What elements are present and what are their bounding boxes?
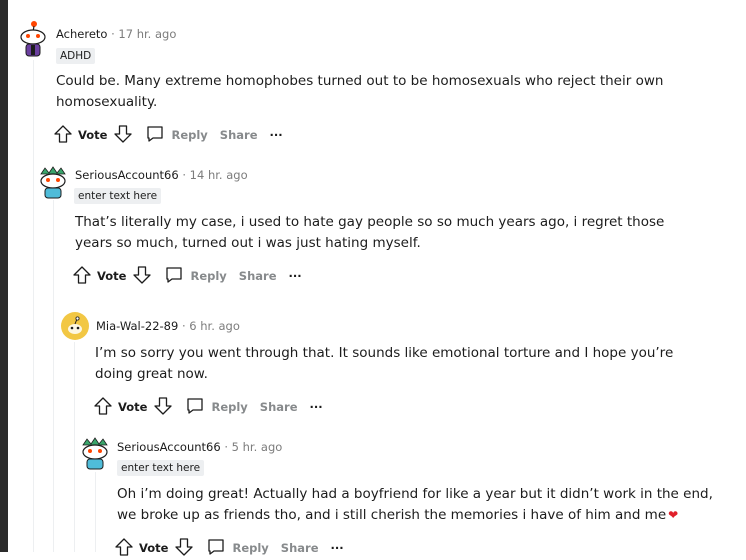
comment-author[interactable]: SeriousAccount66 [117,440,221,454]
comment-actions: Vote Reply Share ··· [93,396,323,418]
downvote-icon[interactable] [132,265,152,288]
comment-bubble-icon [145,124,165,147]
comment-timestamp[interactable]: 17 hr. ago [118,27,176,41]
more-icon: ··· [330,541,344,555]
vote-label: Vote [97,269,127,283]
reply-label: Reply [211,400,248,414]
comment-body: I’m so sorry you went through that. It s… [95,345,674,382]
more-icon: ··· [309,400,323,414]
share-label: Share [219,128,258,142]
more-options-button[interactable]: ··· [310,400,323,414]
comment-body: Oh i’m doing great! Actually had a boyfr… [117,484,717,526]
more-icon: ··· [288,269,302,283]
user-flair: enter text here [117,460,205,476]
more-options-button[interactable]: ··· [289,269,302,283]
reply-button[interactable]: Reply [185,396,248,419]
vote-label: Vote [118,400,148,414]
upvote-icon[interactable] [93,396,113,419]
downvote-icon[interactable] [153,396,173,419]
avatar[interactable] [61,312,89,344]
share-button[interactable]: Share [239,269,277,283]
downvote-icon[interactable] [174,537,194,560]
thread-line[interactable] [95,472,96,552]
reply-label: Reply [232,541,269,555]
share-label: Share [259,400,298,414]
comment-timestamp[interactable]: 5 hr. ago [232,440,283,454]
more-icon: ··· [269,128,283,142]
thread-line[interactable] [74,342,75,552]
reply-button[interactable]: Reply [145,124,208,147]
share-button[interactable]: Share [260,400,298,414]
reply-label: Reply [190,269,227,283]
heart-emoji: ❤ [668,508,679,522]
share-button[interactable]: Share [220,128,258,142]
comment-actions: Vote Reply Share ··· [114,537,344,559]
meta-separator: · [182,168,186,182]
comment-actions: Vote Reply Share ··· [53,124,283,146]
avatar[interactable] [18,20,48,64]
reply-label: Reply [171,128,208,142]
comment-author[interactable]: SeriousAccount66 [75,168,179,182]
vote-label: Vote [139,541,169,555]
reply-button[interactable]: Reply [206,537,269,560]
comment-timestamp[interactable]: 14 hr. ago [190,168,248,182]
comment-body: That’s literally my case, i used to hate… [75,214,665,251]
comment-actions: Vote Reply Share ··· [72,265,302,287]
comment-body: Could be. Many extreme homophobes turned… [56,73,664,110]
share-label: Share [238,269,277,283]
meta-separator: · [224,440,228,454]
comment-bubble-icon [206,537,226,560]
comment-author[interactable]: Achereto [56,27,107,41]
vote-label: Vote [78,128,108,142]
comment-text: Oh i’m doing great! Actually had a boyfr… [117,486,713,523]
meta-separator: · [111,27,115,41]
share-label: Share [280,541,319,555]
comment-author[interactable]: Mia-Wal-22-89 [96,319,178,333]
meta-separator: · [181,319,186,333]
more-options-button[interactable]: ··· [270,128,283,142]
thread-line[interactable] [33,60,34,552]
avatar[interactable] [37,164,69,204]
comment-bubble-icon [164,265,184,288]
upvote-icon[interactable] [72,265,92,288]
share-button[interactable]: Share [281,541,319,555]
downvote-icon[interactable] [113,124,133,147]
avatar[interactable] [79,435,111,475]
upvote-icon[interactable] [53,124,73,147]
comment-timestamp[interactable]: 6 hr. ago [189,319,240,333]
user-flair: enter text here [74,188,162,204]
user-flair: ADHD [56,48,96,64]
thread-line[interactable] [53,200,54,552]
scrollbar[interactable] [0,0,8,552]
more-options-button[interactable]: ··· [331,541,344,555]
reply-button[interactable]: Reply [164,265,227,288]
comment-bubble-icon [185,396,205,419]
upvote-icon[interactable] [114,537,134,560]
